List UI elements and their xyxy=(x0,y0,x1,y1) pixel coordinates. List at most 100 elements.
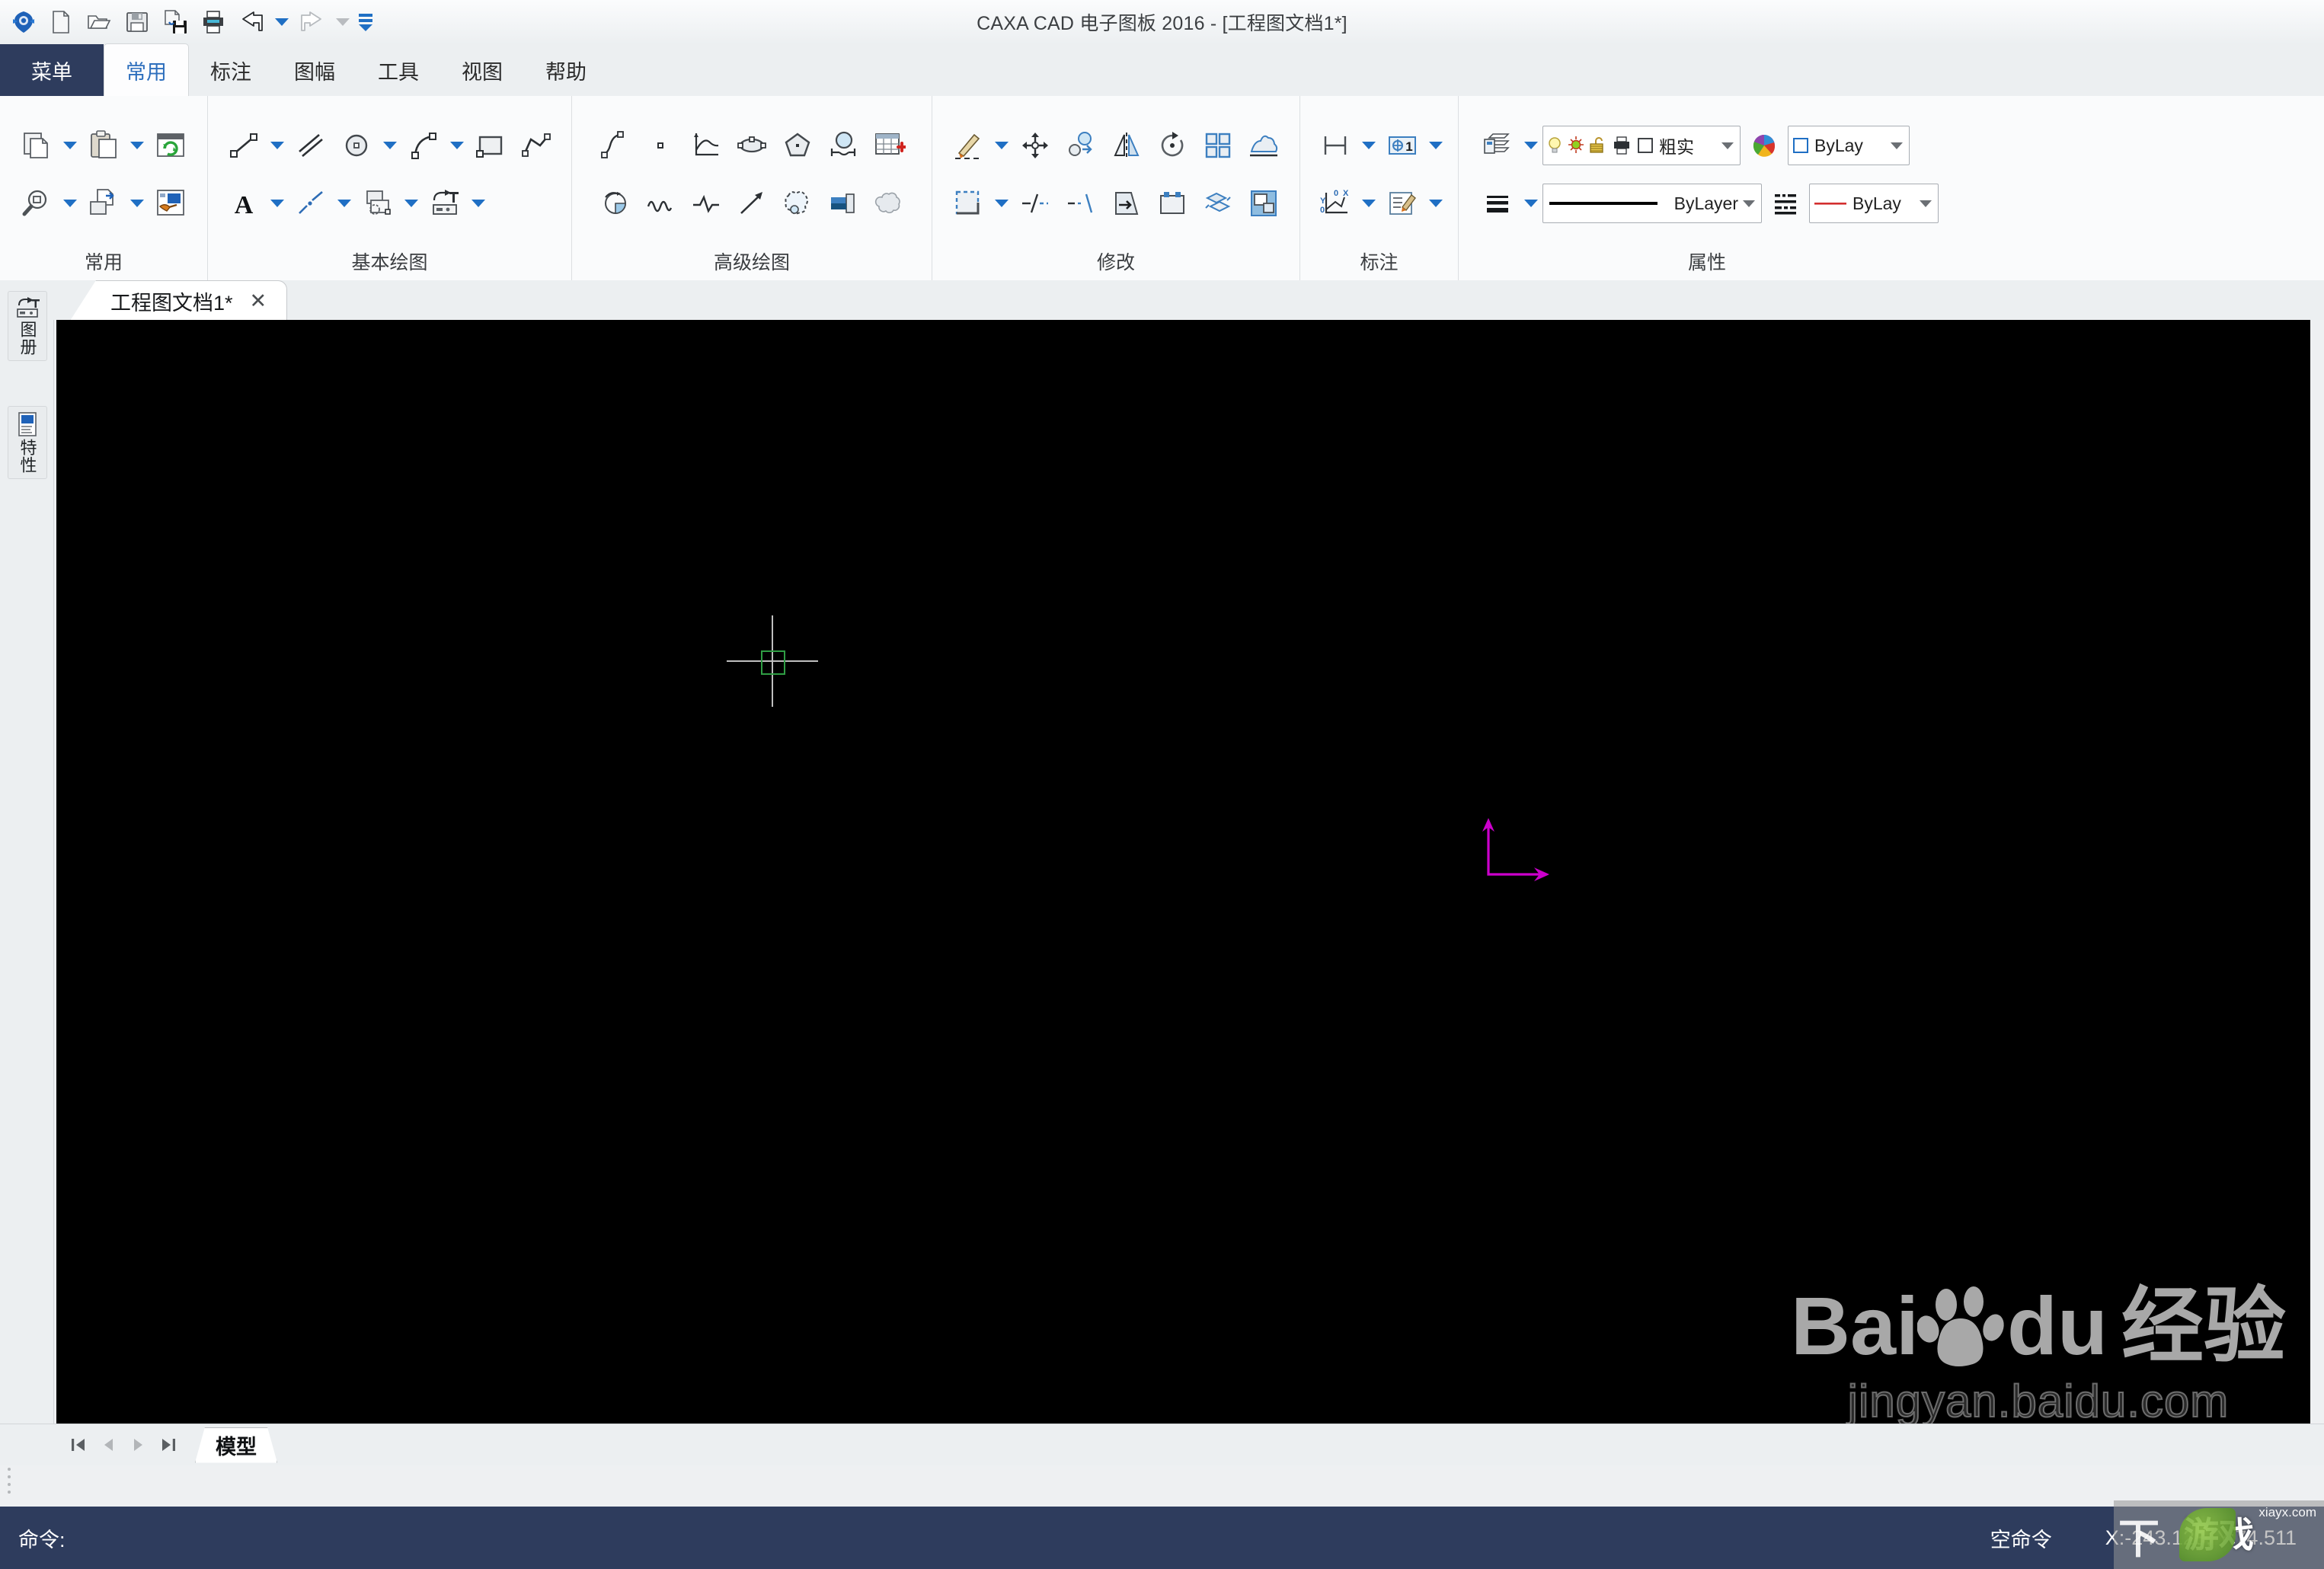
arc-button[interactable] xyxy=(401,121,446,170)
move-copy-button[interactable] xyxy=(82,179,126,228)
balloon-button[interactable]: 1 xyxy=(1380,121,1424,170)
break-button[interactable] xyxy=(1150,179,1194,228)
dimension-dropdown[interactable] xyxy=(1359,121,1379,170)
erase-button[interactable] xyxy=(946,121,990,170)
dimension-style-dropdown[interactable] xyxy=(1426,179,1446,228)
arrow-button[interactable] xyxy=(730,179,774,228)
centerline-button[interactable] xyxy=(289,179,333,228)
offset-button[interactable] xyxy=(1242,121,1286,170)
wave-line-button[interactable] xyxy=(638,179,682,228)
linewidth-manager-button[interactable] xyxy=(1475,179,1520,228)
document-tab[interactable]: 工程图文档1* ✕ xyxy=(70,280,288,321)
coordinate-dimension-button[interactable]: 0 X Y 0 xyxy=(1313,179,1357,228)
dimension-button[interactable] xyxy=(1313,121,1357,170)
first-sheet-button[interactable] xyxy=(62,1427,93,1462)
circle-button[interactable] xyxy=(334,121,379,170)
format-painter-button[interactable] xyxy=(149,179,193,228)
explode-button[interactable] xyxy=(1242,179,1286,228)
array-button[interactable] xyxy=(1196,121,1240,170)
ribbon-tab-common[interactable]: 常用 xyxy=(104,43,189,96)
new-file-button[interactable] xyxy=(43,4,79,40)
ribbon-tab-annotation[interactable]: 标注 xyxy=(189,44,273,96)
coordinate-dimension-dropdown[interactable] xyxy=(1359,179,1379,228)
scale-button[interactable] xyxy=(1196,179,1240,228)
panel-grip-handle[interactable] xyxy=(8,1465,17,1496)
mirror-button[interactable] xyxy=(1104,121,1149,170)
stretch-button[interactable] xyxy=(1104,179,1149,228)
dimension-style-button[interactable] xyxy=(1380,179,1424,228)
extend-button[interactable] xyxy=(1059,179,1103,228)
linewidth-manager-dropdown[interactable] xyxy=(1521,179,1541,228)
customize-qat-button[interactable] xyxy=(355,4,376,40)
attribute-dropdown[interactable] xyxy=(468,179,488,228)
save-as-button[interactable] xyxy=(157,4,193,40)
layer-manager-dropdown[interactable] xyxy=(1521,121,1541,170)
rectangle-button[interactable] xyxy=(468,121,513,170)
ribbon-tab-help[interactable]: 帮助 xyxy=(524,44,608,96)
formula-curve-button[interactable] xyxy=(684,121,728,170)
parallel-line-button[interactable] xyxy=(289,121,333,170)
print-button[interactable] xyxy=(195,4,232,40)
command-input[interactable] xyxy=(65,1519,1990,1556)
balloon-dropdown[interactable] xyxy=(1426,121,1446,170)
region-button[interactable] xyxy=(775,179,820,228)
line-dropdown[interactable] xyxy=(267,121,287,170)
break-line-button[interactable] xyxy=(684,179,728,228)
current-lineweight-combo[interactable]: ByLay xyxy=(1809,184,1939,223)
ribbon-tab-tools[interactable]: 工具 xyxy=(356,44,440,96)
hole-shaft-button[interactable] xyxy=(821,121,865,170)
open-file-button[interactable] xyxy=(81,4,117,40)
polygon-button[interactable] xyxy=(775,121,820,170)
copy-button[interactable] xyxy=(14,121,59,170)
refresh-view-button[interactable] xyxy=(149,121,193,170)
ribbon-tab-menu[interactable]: 菜单 xyxy=(0,44,104,96)
save-button[interactable] xyxy=(119,4,155,40)
undo-dropdown-button[interactable] xyxy=(271,4,292,40)
attribute-button[interactable] xyxy=(423,179,467,228)
copy-object-button[interactable] xyxy=(1059,121,1103,170)
cloud-line-button[interactable] xyxy=(867,179,911,228)
text-button[interactable]: A xyxy=(222,179,266,228)
block-create-button[interactable] xyxy=(356,179,400,228)
point-button[interactable] xyxy=(638,121,682,170)
erase-dropdown[interactable] xyxy=(992,121,1012,170)
layer-manager-button[interactable] xyxy=(1475,121,1520,170)
insert-table-button[interactable] xyxy=(867,121,911,170)
drawing-canvas[interactable]: Bai du 经验 jingyan.baidu.com xyxy=(56,320,2310,1440)
sheet-tab-model[interactable]: 模型 xyxy=(195,1427,277,1463)
current-color-combo[interactable]: ByLay xyxy=(1788,126,1910,165)
move-copy-dropdown[interactable] xyxy=(127,179,147,228)
ellipse-button[interactable] xyxy=(730,121,774,170)
color-wheel-button[interactable] xyxy=(1742,121,1786,170)
gear-profile-button[interactable] xyxy=(821,179,865,228)
close-icon[interactable]: ✕ xyxy=(247,289,270,313)
sidebar-tab-drawing-album[interactable]: 图册 xyxy=(8,291,47,361)
circle-dropdown[interactable] xyxy=(380,121,400,170)
trim-button[interactable] xyxy=(1013,179,1057,228)
zoom-dropdown[interactable] xyxy=(60,179,80,228)
undo-button[interactable] xyxy=(233,4,270,40)
centerline-dropdown[interactable] xyxy=(334,179,354,228)
rotate-button[interactable] xyxy=(1150,121,1194,170)
current-layer-combo[interactable]: 粗实 xyxy=(1542,126,1741,165)
paste-button[interactable] xyxy=(82,121,126,170)
block-dropdown[interactable] xyxy=(401,179,421,228)
sidebar-tab-properties[interactable]: 特性 xyxy=(8,406,47,479)
fillet-dropdown[interactable] xyxy=(992,179,1012,228)
current-linetype-combo[interactable]: ByLayer xyxy=(1542,184,1762,223)
last-sheet-button[interactable] xyxy=(154,1427,184,1462)
ribbon-tab-sheet[interactable]: 图幅 xyxy=(273,44,356,96)
line-button[interactable] xyxy=(222,121,266,170)
arc-dropdown[interactable] xyxy=(447,121,467,170)
polyline-button[interactable] xyxy=(514,121,558,170)
move-button[interactable] xyxy=(1013,121,1057,170)
text-dropdown[interactable] xyxy=(267,179,287,228)
linetype-list-button[interactable] xyxy=(1763,179,1808,228)
zoom-button[interactable] xyxy=(14,179,59,228)
fillet-button[interactable] xyxy=(946,179,990,228)
ribbon-tab-view[interactable]: 视图 xyxy=(440,44,524,96)
paste-dropdown[interactable] xyxy=(127,121,147,170)
copy-dropdown[interactable] xyxy=(60,121,80,170)
hatch-button[interactable] xyxy=(593,179,637,228)
spline-button[interactable] xyxy=(593,121,637,170)
